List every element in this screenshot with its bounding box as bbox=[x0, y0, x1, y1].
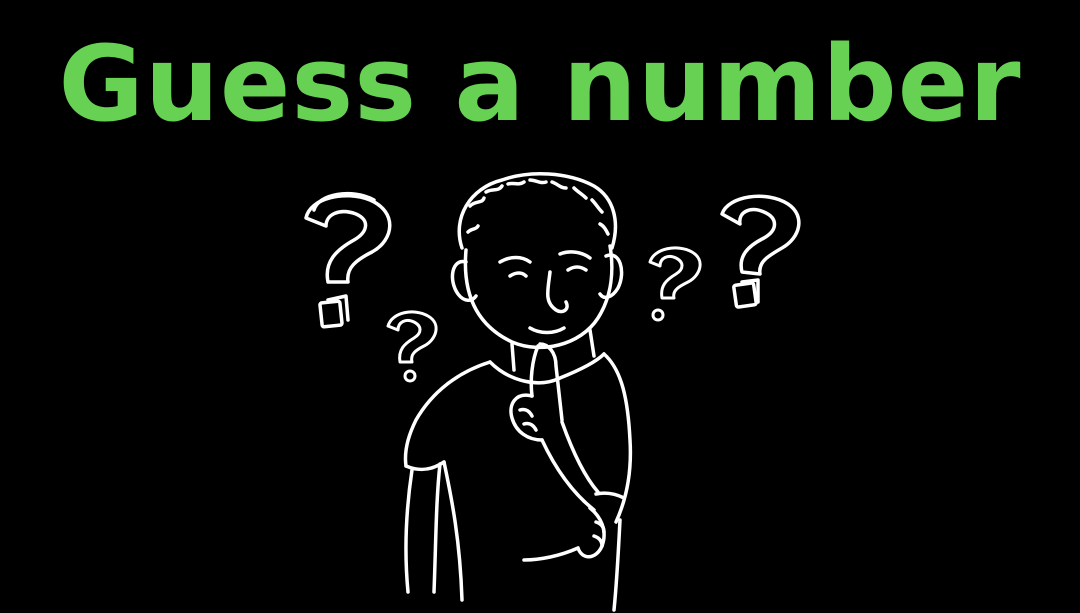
thinking-person-illustration bbox=[0, 0, 1080, 613]
person-figure bbox=[403, 172, 633, 612]
question-mark-icon bbox=[648, 246, 702, 322]
question-mark-icon bbox=[386, 310, 438, 383]
question-mark-icon bbox=[720, 194, 801, 309]
question-mark-icon bbox=[304, 191, 392, 329]
